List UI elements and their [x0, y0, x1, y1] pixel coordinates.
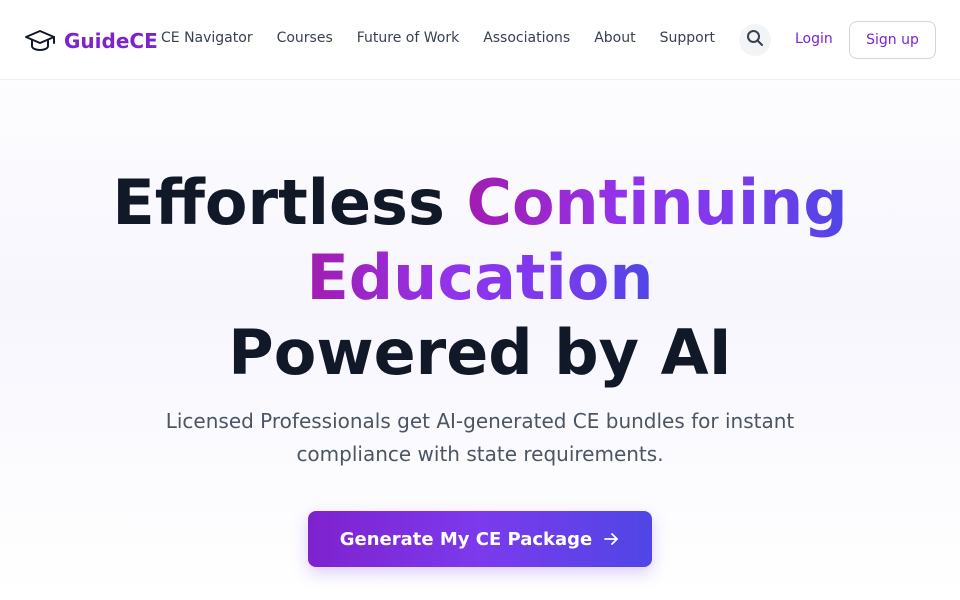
generate-ce-package-button[interactable]: Generate My CE Package [308, 511, 652, 567]
nav-link-associations[interactable]: Associations [483, 30, 570, 46]
site-header: GuideCE CE Navigator Courses Future of W… [0, 0, 960, 80]
headline-line-2: Education [60, 240, 900, 315]
login-link[interactable]: Login [795, 31, 833, 47]
arrow-right-icon [602, 530, 620, 548]
page: GuideCE CE Navigator Courses Future of W… [0, 0, 960, 600]
nav-link-future-of-work[interactable]: Future of Work [357, 30, 459, 46]
nav-link-ce-navigator[interactable]: CE Navigator [161, 30, 253, 46]
signup-button[interactable]: Sign up [849, 21, 936, 59]
cta-label: Generate My CE Package [339, 528, 593, 550]
graduation-cap-icon [24, 25, 56, 57]
brand-name: GuideCE [64, 29, 158, 53]
headline-highlight-1: Continuing [466, 166, 848, 239]
headline-line-3: Powered by AI [60, 315, 900, 390]
hero-headline: Effortless Continuing Education Powered … [60, 165, 900, 390]
search-icon [746, 29, 764, 51]
hero-section: Effortless Continuing Education Powered … [0, 80, 960, 600]
hero-subtitle: Licensed Professionals get AI-generated … [165, 409, 795, 466]
headline-highlight-2: Education [306, 241, 654, 314]
search-button[interactable] [739, 24, 771, 56]
brand-logo-link[interactable]: GuideCE [24, 25, 158, 57]
headline-part-1: Effortless [112, 166, 467, 239]
main-nav: CE Navigator Courses Future of Work Asso… [161, 30, 715, 46]
nav-link-support[interactable]: Support [660, 30, 715, 46]
nav-link-about[interactable]: About [594, 30, 635, 46]
headline-line-1: Effortless Continuing [60, 165, 900, 240]
nav-link-courses[interactable]: Courses [277, 30, 333, 46]
headline-part-2: Powered by AI [228, 316, 732, 389]
